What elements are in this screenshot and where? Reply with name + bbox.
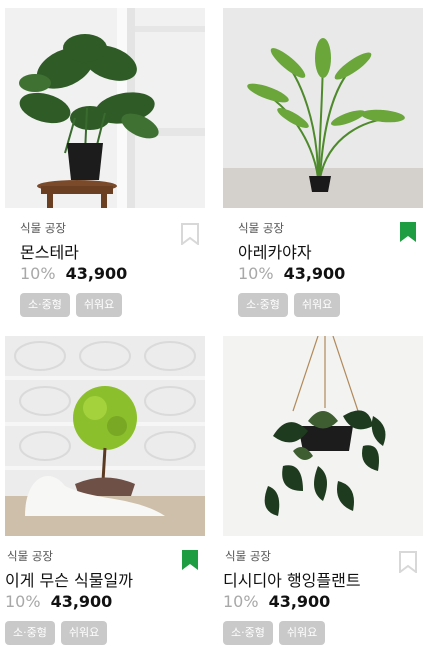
price: 43,900 bbox=[268, 592, 331, 611]
areca-palm-image[interactable] bbox=[223, 8, 423, 208]
product-name[interactable]: 디시디아 행잉플랜트 bbox=[223, 567, 361, 591]
tag-list: 소·중형 쉬워요 bbox=[20, 293, 123, 317]
price-row: 10% 43,900 bbox=[223, 592, 330, 611]
tag-difficulty: 쉬워요 bbox=[75, 293, 123, 317]
store-name: 식물 공장 bbox=[7, 549, 53, 563]
price: 43,900 bbox=[283, 264, 346, 283]
store-name: 식물 공장 bbox=[238, 221, 284, 235]
discount-rate: 10% bbox=[20, 264, 56, 283]
tag-difficulty: 쉬워요 bbox=[293, 293, 341, 317]
tag-size: 소·중형 bbox=[20, 293, 70, 317]
product-name[interactable]: 몬스테라 bbox=[20, 239, 79, 263]
product-card[interactable]: 식물 공장 이게 무슨 식물일까 10% 43,900 소·중형 쉬워요 bbox=[5, 336, 205, 645]
tag-size: 소·중형 bbox=[223, 621, 273, 645]
bookmark-filled-icon[interactable] bbox=[399, 221, 417, 243]
kochia-plant-image[interactable] bbox=[5, 336, 205, 536]
price-row: 10% 43,900 bbox=[20, 264, 127, 283]
tag-difficulty: 쉬워요 bbox=[60, 621, 108, 645]
product-name[interactable]: 이게 무슨 식물일까 bbox=[5, 567, 133, 591]
product-card[interactable]: 식물 공장 디시디아 행잉플랜트 10% 43,900 소·중형 쉬워요 bbox=[223, 336, 423, 645]
tag-difficulty: 쉬워요 bbox=[278, 621, 326, 645]
price-row: 10% 43,900 bbox=[5, 592, 112, 611]
tag-list: 소·중형 쉬워요 bbox=[5, 621, 108, 645]
price-row: 10% 43,900 bbox=[238, 264, 345, 283]
dischidia-hanging-plant-image[interactable] bbox=[223, 336, 423, 536]
discount-rate: 10% bbox=[238, 264, 274, 283]
tag-list: 소·중형 쉬워요 bbox=[223, 621, 326, 645]
discount-rate: 10% bbox=[5, 592, 41, 611]
product-card[interactable]: 식물 공장 몬스테라 10% 43,900 소·중형 쉬워요 bbox=[5, 8, 205, 317]
price: 43,900 bbox=[65, 264, 128, 283]
tag-list: 소·중형 쉬워요 bbox=[238, 293, 341, 317]
product-card[interactable]: 식물 공장 아레카야자 10% 43,900 소·중형 쉬워요 bbox=[223, 8, 423, 317]
discount-rate: 10% bbox=[223, 592, 259, 611]
price: 43,900 bbox=[50, 592, 113, 611]
bookmark-filled-icon[interactable] bbox=[181, 549, 199, 571]
store-name: 식물 공장 bbox=[225, 549, 271, 563]
monstera-plant-image[interactable] bbox=[5, 8, 205, 208]
bookmark-icon[interactable] bbox=[399, 551, 417, 574]
product-name[interactable]: 아레카야자 bbox=[238, 239, 312, 263]
tag-size: 소·중형 bbox=[238, 293, 288, 317]
store-name: 식물 공장 bbox=[20, 221, 66, 235]
tag-size: 소·중형 bbox=[5, 621, 55, 645]
bookmark-icon[interactable] bbox=[181, 223, 199, 246]
